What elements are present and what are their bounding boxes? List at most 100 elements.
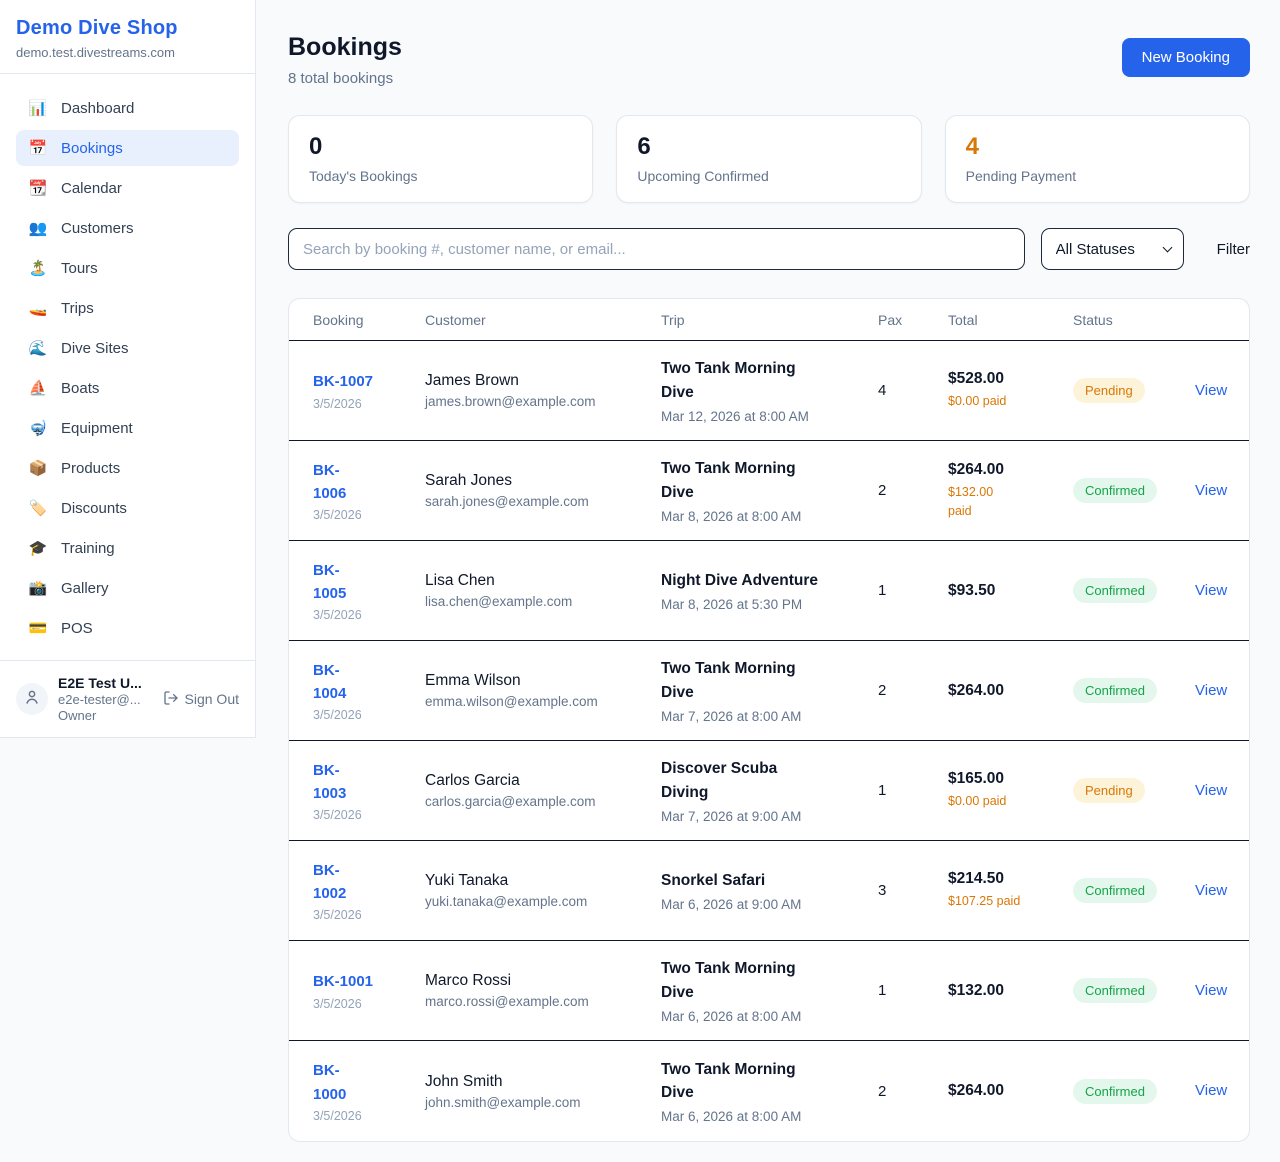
customer-email: emma.wilson@example.com bbox=[425, 694, 647, 709]
table-row: BK- 10043/5/2026Emma Wilson emma.wilson@e… bbox=[289, 641, 1249, 741]
view-link[interactable]: View bbox=[1195, 982, 1227, 999]
total-cell: $528.00$0.00 paid bbox=[948, 370, 1073, 411]
booking-id-link[interactable]: BK-1001 bbox=[313, 973, 373, 990]
brand-name[interactable]: Demo Dive Shop bbox=[16, 17, 239, 40]
status-cell: Confirmed bbox=[1073, 478, 1195, 503]
user-meta: E2E Test U... e2e-tester@... Owner bbox=[58, 675, 142, 723]
table-row: BK-10013/5/2026Marco Rossimarco.rossi@ex… bbox=[289, 941, 1249, 1041]
status-cell: Confirmed bbox=[1073, 878, 1195, 903]
booking-cell: BK- 10023/5/2026 bbox=[313, 859, 425, 923]
trip-cell: Two Tank Morning DiveMar 6, 2026 at 8:00… bbox=[661, 1058, 878, 1125]
sidebar-item-label: Dive Sites bbox=[61, 340, 129, 357]
customer-name: Sarah Jones bbox=[425, 472, 647, 490]
customer-name: John Smith bbox=[425, 1073, 647, 1091]
customer-name: Emma Wilson bbox=[425, 672, 647, 690]
sidebar-item-label: Discounts bbox=[61, 500, 127, 517]
sidebar-item-training[interactable]: 🎓Training bbox=[16, 530, 239, 566]
total-amount: $264.00 bbox=[948, 682, 1059, 700]
sidebar-item-customers[interactable]: 👥Customers bbox=[16, 210, 239, 246]
sidebar-item-discounts[interactable]: 🏷️Discounts bbox=[16, 490, 239, 526]
table-row: BK-10073/5/2026James Brownjames.brown@ex… bbox=[289, 341, 1249, 441]
sidebar-item-trips[interactable]: 🚤Trips bbox=[16, 290, 239, 326]
sidebar-item-boats[interactable]: ⛵Boats bbox=[16, 370, 239, 406]
sidebar-item-label: Gallery bbox=[61, 580, 109, 597]
view-link[interactable]: View bbox=[1195, 382, 1227, 399]
view-link[interactable]: View bbox=[1195, 582, 1227, 599]
sidebar-nav: 📊Dashboard 📅Bookings 📆 Calendar 👥Customers 🏝️… bbox=[0, 74, 255, 660]
trip-cell: Two Tank Morning DiveMar 6, 2026 at 8:00… bbox=[661, 957, 878, 1024]
sidebar-item-pos[interactable]: 💳POS bbox=[16, 610, 239, 646]
total-amount: $165.00 bbox=[948, 770, 1059, 788]
booking-id-link[interactable]: BK- 1004 bbox=[313, 662, 346, 702]
column-header-pax: Pax bbox=[878, 312, 948, 328]
booking-id-link[interactable]: BK-1007 bbox=[313, 373, 373, 390]
stat-card: 6Upcoming Confirmed bbox=[616, 115, 921, 203]
diving-mask-icon: 🤿 bbox=[28, 419, 48, 437]
sidebar-item-label: Calendar bbox=[61, 180, 122, 197]
booking-cell: BK- 10053/5/2026 bbox=[313, 559, 425, 623]
sidebar-item-equipment[interactable]: 🤿Equipment bbox=[16, 410, 239, 446]
table-row: BK- 10053/5/2026Lisa Chen lisa.chen@examp… bbox=[289, 541, 1249, 641]
search-input[interactable] bbox=[288, 228, 1025, 270]
booking-id-link[interactable]: BK- 1002 bbox=[313, 862, 346, 902]
sidebar-item-tours[interactable]: 🏝️Tours bbox=[16, 250, 239, 286]
filter-button[interactable]: Filter bbox=[1217, 241, 1250, 258]
sidebar-item-calendar[interactable]: 📆 Calendar bbox=[16, 170, 239, 206]
booking-id-link[interactable]: BK- 1006 bbox=[313, 462, 346, 502]
booking-cell: BK- 10063/5/2026 bbox=[313, 459, 425, 523]
view-link[interactable]: View bbox=[1195, 1082, 1227, 1099]
tear-off-calendar-icon: 📆 bbox=[28, 179, 48, 197]
table-body: BK-10073/5/2026James Brownjames.brown@ex… bbox=[289, 341, 1249, 1141]
customer-name: Carlos Garcia bbox=[425, 772, 647, 790]
customer-email: carlos.garcia@example.com bbox=[425, 794, 647, 809]
sidebar-item-label: Products bbox=[61, 460, 120, 477]
view-link[interactable]: View bbox=[1195, 882, 1227, 899]
pax-count: 2 bbox=[878, 682, 948, 699]
user-role: Owner bbox=[58, 708, 142, 723]
table-row: BK- 10003/5/2026John Smithjohn.smith@exa… bbox=[289, 1041, 1249, 1141]
sidebar-item-bookings[interactable]: 📅Bookings bbox=[16, 130, 239, 166]
sign-out-label: Sign Out bbox=[185, 691, 239, 707]
page-title: Bookings bbox=[288, 33, 402, 62]
customer-name: Yuki Tanaka bbox=[425, 872, 647, 890]
pax-count: 2 bbox=[878, 482, 948, 499]
sidebar-item-products[interactable]: 📦Products bbox=[16, 450, 239, 486]
trip-name: Two Tank Morning Dive bbox=[661, 357, 864, 404]
booking-id-link[interactable]: BK- 1005 bbox=[313, 562, 346, 602]
sidebar-item-gallery[interactable]: 📸Gallery bbox=[16, 570, 239, 606]
table-row: BK- 10033/5/2026Carlos Garciacarlos.garc… bbox=[289, 741, 1249, 841]
pax-count: 2 bbox=[878, 1083, 948, 1100]
actions-cell: View bbox=[1195, 982, 1249, 1000]
total-cell: $214.50$107.25 paid bbox=[948, 870, 1073, 911]
trip-datetime: Mar 8, 2026 at 8:00 AM bbox=[661, 509, 864, 524]
customer-name: Lisa Chen bbox=[425, 572, 647, 590]
status-filter-select[interactable]: All Statuses bbox=[1041, 228, 1184, 270]
sign-out-button[interactable]: Sign Out bbox=[163, 690, 239, 709]
total-cell: $93.50 bbox=[948, 582, 1073, 600]
pax-count: 1 bbox=[878, 782, 948, 799]
new-booking-button[interactable]: New Booking bbox=[1122, 38, 1250, 77]
booking-cell: BK- 10043/5/2026 bbox=[313, 659, 425, 723]
total-cell: $132.00 bbox=[948, 982, 1073, 1000]
trip-datetime: Mar 7, 2026 at 8:00 AM bbox=[661, 709, 864, 724]
actions-cell: View bbox=[1195, 782, 1249, 800]
customer-email: lisa.chen@example.com bbox=[425, 594, 647, 609]
status-cell: Confirmed bbox=[1073, 578, 1195, 603]
page-title-block: Bookings 8 total bookings bbox=[288, 33, 402, 87]
total-cell: $264.00 bbox=[948, 1082, 1073, 1100]
customer-cell: Emma Wilson emma.wilson@example.com bbox=[425, 672, 661, 709]
status-badge: Confirmed bbox=[1073, 678, 1157, 703]
people-icon: 👥 bbox=[28, 219, 48, 237]
view-link[interactable]: View bbox=[1195, 682, 1227, 699]
sidebar-item-dashboard[interactable]: 📊Dashboard bbox=[16, 90, 239, 126]
booking-id-link[interactable]: BK- 1003 bbox=[313, 762, 346, 802]
view-link[interactable]: View bbox=[1195, 482, 1227, 499]
view-link[interactable]: View bbox=[1195, 782, 1227, 799]
total-cell: $264.00$132.00 paid bbox=[948, 461, 1073, 521]
sidebar-item-dive-sites[interactable]: 🌊Dive Sites bbox=[16, 330, 239, 366]
sidebar-item-label: Tours bbox=[61, 260, 98, 277]
booking-id-link[interactable]: BK- 1000 bbox=[313, 1062, 346, 1102]
paid-amount: $107.25 paid bbox=[948, 892, 1059, 911]
stat-label: Pending Payment bbox=[966, 168, 1229, 184]
stat-card: 4Pending Payment bbox=[945, 115, 1250, 203]
